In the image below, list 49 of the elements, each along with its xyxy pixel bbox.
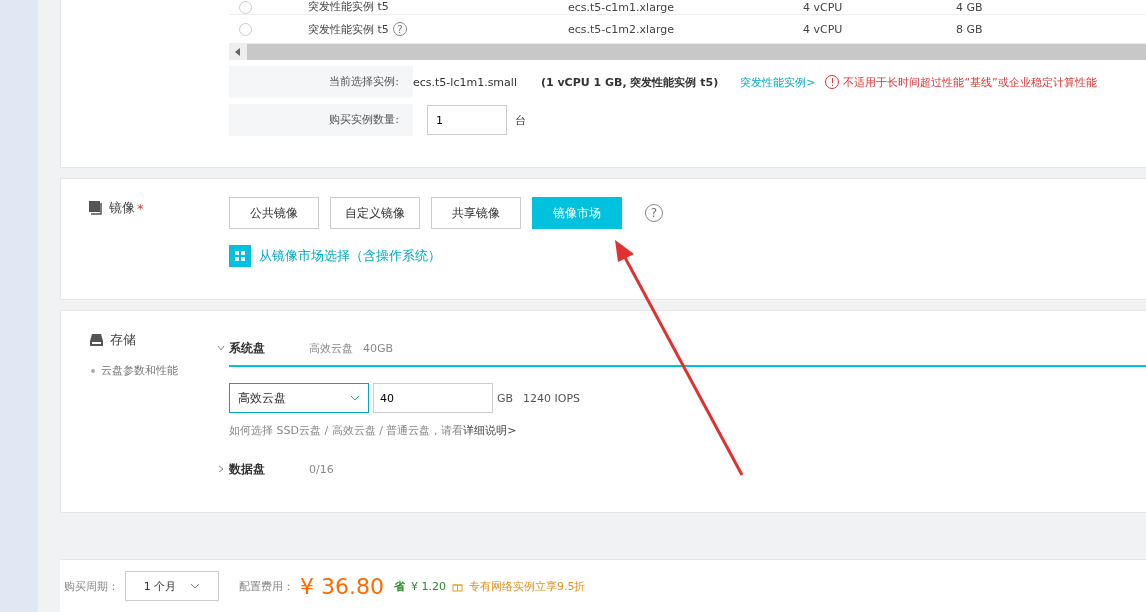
section-note: 云盘参数和性能: [101, 363, 178, 378]
instance-name: ecs.t5-lc1m1.small: [413, 75, 517, 89]
warning-text: 不适用于长时间超过性能“基线”或企业稳定计算性能: [843, 74, 1097, 90]
image-tab[interactable]: 自定义镜像: [330, 197, 420, 229]
section-title: 存储: [110, 331, 136, 349]
horizontal-scrollbar[interactable]: [229, 44, 1146, 60]
quantity-input[interactable]: 1: [427, 105, 507, 135]
image-tab[interactable]: 共享镜像: [431, 197, 521, 229]
disk-label: 系统盘: [229, 339, 266, 357]
chevron-icon[interactable]: [217, 465, 225, 473]
disk-size: 40GB: [363, 341, 394, 355]
unit-label: 台: [515, 112, 526, 128]
caret-icon: [190, 583, 201, 589]
bullet-icon: [91, 368, 95, 373]
field-label: 当前选择实例:: [229, 66, 413, 98]
table-cell-text: 4 vCPU: [803, 22, 844, 36]
required-mark: *: [137, 200, 144, 216]
period-select[interactable]: 1 个月: [125, 571, 219, 601]
disk-type: 高效云盘: [309, 340, 353, 356]
instance-spec: (1 vCPU 1 GB, 突发性能实例 t5): [540, 74, 719, 90]
promo-text: 专有网络实例立享9.5折: [469, 578, 586, 594]
scroll-left-icon[interactable]: [235, 48, 241, 56]
table-cell-text: ecs.t5-c1m2.xlarge: [568, 22, 675, 36]
table-cell: 突发性能实例 t5: [308, 0, 389, 14]
image-tab[interactable]: 公共镜像: [229, 197, 319, 229]
disk-size-input[interactable]: 40: [373, 383, 493, 413]
table-cell: 8 GB: [956, 22, 983, 36]
iops-text: 1240 IOPS: [523, 391, 581, 405]
table-cell: 突发性能实例 t5: [308, 21, 389, 37]
section-title: 镜像: [109, 199, 135, 217]
disk-label: 数据盘: [229, 460, 266, 478]
disk-type-select[interactable]: 高效云盘: [229, 383, 369, 413]
period-label: 购买周期：: [64, 578, 119, 594]
image-icon: [89, 201, 103, 215]
unit-label: GB: [497, 391, 514, 405]
save-icon: 省: [394, 578, 405, 594]
disk-count: 0/16: [309, 462, 334, 476]
price: ¥ 36.80: [300, 573, 384, 599]
cost-label: 配置费用：: [239, 578, 294, 594]
table-cell: 4 GB: [956, 1, 983, 14]
table-cell-text: 4 vCPU: [803, 1, 844, 14]
details-link[interactable]: 详细说明>: [463, 424, 517, 437]
help-text: 如何选择 SSD云盘 / 高效云盘 / 普通云盘，请看: [229, 424, 464, 437]
saving-amount: ¥ 1.20: [411, 579, 446, 593]
caret-icon: [350, 395, 360, 401]
table-cell-text: ecs.t5-c1m1.xlarge: [568, 1, 675, 14]
grid-icon: [229, 245, 251, 267]
chevron-icon[interactable]: [217, 344, 225, 352]
field-label: 购买实例数量:: [229, 104, 413, 136]
